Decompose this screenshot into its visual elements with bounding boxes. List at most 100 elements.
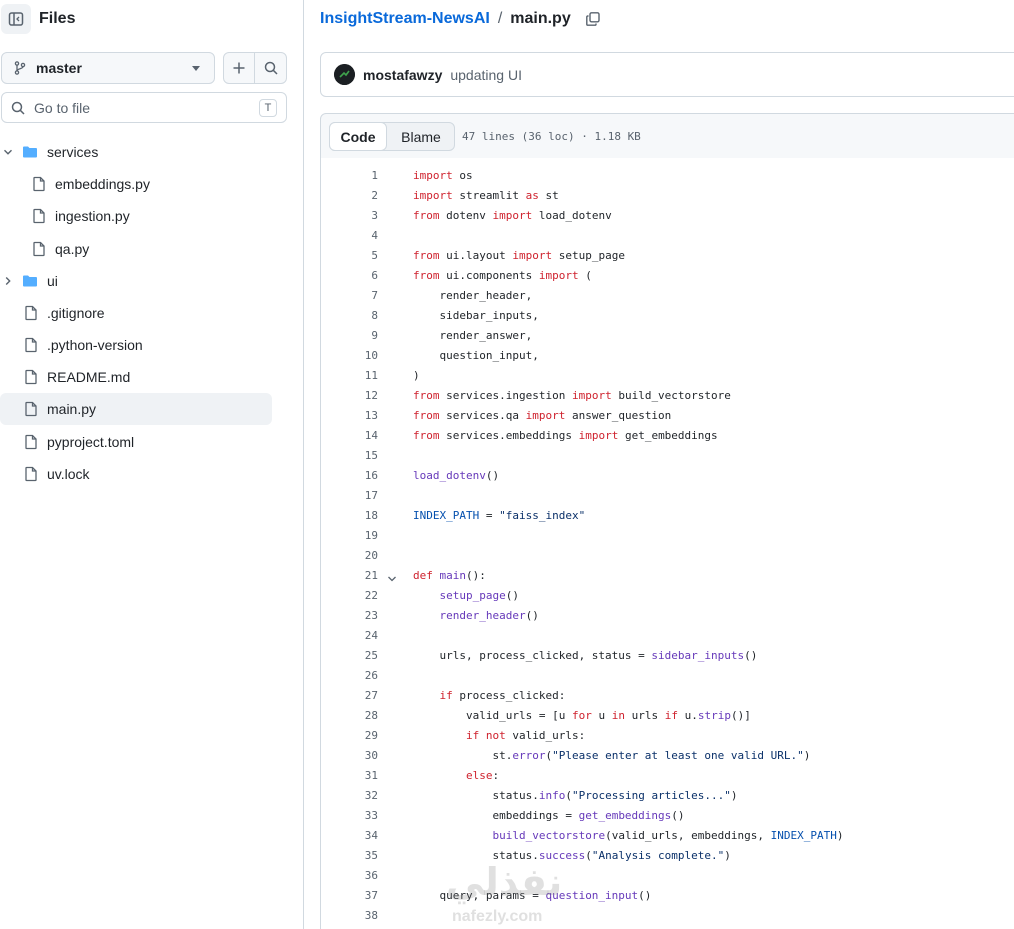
line-number[interactable]: 28 xyxy=(321,706,378,726)
line-number[interactable]: 24 xyxy=(321,626,378,646)
code-token: import xyxy=(512,249,553,262)
add-file-button[interactable] xyxy=(224,53,256,83)
code-token: sidebar_inputs, xyxy=(413,309,539,322)
code-token: ) xyxy=(413,369,420,382)
tab-blame[interactable]: Blame xyxy=(388,123,454,150)
tree-item-label: README.md xyxy=(47,369,131,385)
folder-icon xyxy=(23,146,37,158)
tree-file[interactable]: qa.py xyxy=(0,233,272,265)
line-number[interactable]: 38 xyxy=(321,906,378,926)
line-number[interactable]: 37 xyxy=(321,886,378,906)
code-text: st.error("Please enter at least one vali… xyxy=(413,746,810,766)
line-number[interactable]: 8 xyxy=(321,306,378,326)
tab-code[interactable]: Code xyxy=(329,122,387,151)
code-line: 20 xyxy=(321,546,1014,566)
line-number[interactable]: 21 xyxy=(321,566,378,586)
tree-file[interactable]: embeddings.py xyxy=(0,168,272,200)
code-text: query, params = question_input() xyxy=(413,886,651,906)
tree-file[interactable]: README.md xyxy=(0,361,272,393)
tree-folder-services[interactable]: services xyxy=(0,136,272,168)
file-icon-wrap xyxy=(23,401,39,417)
line-number[interactable]: 26 xyxy=(321,666,378,686)
code-token: valid_urls = [u xyxy=(413,709,572,722)
line-number[interactable]: 22 xyxy=(321,586,378,606)
tree-file[interactable]: .gitignore xyxy=(0,297,272,329)
code-token: in xyxy=(611,709,625,722)
avatar[interactable] xyxy=(334,64,355,85)
file-icon-wrap xyxy=(31,208,47,224)
line-number[interactable]: 3 xyxy=(321,206,378,226)
line-number[interactable]: 18 xyxy=(321,506,378,526)
tree-file[interactable]: .python-version xyxy=(0,329,272,361)
breadcrumb-repo-link[interactable]: InsightStream-NewsAI xyxy=(320,10,490,28)
commit-author[interactable]: mostafawzy xyxy=(363,67,442,83)
line-number[interactable]: 31 xyxy=(321,766,378,786)
line-number[interactable]: 19 xyxy=(321,526,378,546)
file-header: Code Blame 47 lines (36 loc) · 1.18 KB xyxy=(320,113,1014,159)
fold-chevron-icon[interactable] xyxy=(387,571,397,582)
code-token: ) xyxy=(730,789,738,802)
commit-message[interactable]: updating UI xyxy=(450,67,522,83)
line-number[interactable]: 17 xyxy=(321,486,378,506)
collapse-sidebar-button[interactable] xyxy=(1,4,31,34)
line-number[interactable]: 13 xyxy=(321,406,378,426)
code-token: () xyxy=(505,589,519,602)
code-token: main xyxy=(439,569,467,582)
code-line: 10 question_input, xyxy=(321,346,1014,366)
line-number[interactable]: 36 xyxy=(321,866,378,886)
expand-folder-toggle[interactable] xyxy=(1,145,15,159)
search-code-button[interactable] xyxy=(255,53,286,83)
line-number[interactable]: 10 xyxy=(321,346,378,366)
line-number[interactable]: 1 xyxy=(321,166,378,186)
tree-file[interactable]: main.py xyxy=(0,393,272,425)
tree-folder-ui[interactable]: ui xyxy=(0,265,272,297)
code-text: build_vectorstore(valid_urls, embeddings… xyxy=(413,826,843,846)
file-icon-wrap xyxy=(31,241,47,257)
line-number[interactable]: 33 xyxy=(321,806,378,826)
line-number[interactable]: 20 xyxy=(321,546,378,566)
code-text: render_header() xyxy=(413,606,539,626)
code-token: build_vectorstore xyxy=(611,389,731,402)
tree-item-label: ui xyxy=(47,273,58,289)
line-number[interactable]: 12 xyxy=(321,386,378,406)
code-token: from xyxy=(413,409,440,422)
code-token: from xyxy=(413,429,440,442)
tree-file[interactable]: ingestion.py xyxy=(0,200,272,232)
caret-down-icon xyxy=(192,66,200,71)
line-number[interactable]: 2 xyxy=(321,186,378,206)
line-number[interactable]: 16 xyxy=(321,466,378,486)
line-number[interactable]: 35 xyxy=(321,846,378,866)
collapse-folder-toggle[interactable] xyxy=(1,274,15,288)
copy-path-button[interactable] xyxy=(585,11,601,27)
line-number[interactable]: 11 xyxy=(321,366,378,386)
go-to-file-input[interactable] xyxy=(34,99,234,116)
code-text: sidebar_inputs, xyxy=(413,306,539,326)
line-number[interactable]: 7 xyxy=(321,286,378,306)
line-number[interactable]: 34 xyxy=(321,826,378,846)
line-number[interactable]: 9 xyxy=(321,326,378,346)
line-number[interactable]: 15 xyxy=(321,446,378,466)
code-token: sidebar_inputs xyxy=(651,649,745,662)
plus-icon xyxy=(233,62,245,74)
code-line: 14 from services.embeddings import get_em… xyxy=(321,426,1014,446)
code-text: question_input, xyxy=(413,346,538,366)
line-number[interactable]: 6 xyxy=(321,266,378,286)
line-number[interactable]: 30 xyxy=(321,746,378,766)
line-number[interactable]: 5 xyxy=(321,246,378,266)
branch-selector[interactable]: master xyxy=(1,52,215,84)
line-number[interactable]: 23 xyxy=(321,606,378,626)
line-number[interactable]: 32 xyxy=(321,786,378,806)
tree-file[interactable]: uv.lock xyxy=(0,458,272,490)
code-line: 28 valid_urls = [u for u in urls if u.st… xyxy=(321,706,1014,726)
file-icon xyxy=(25,305,37,321)
line-number[interactable]: 29 xyxy=(321,726,378,746)
line-number[interactable]: 27 xyxy=(321,686,378,706)
code-token: render_header xyxy=(439,609,526,622)
line-number[interactable]: 14 xyxy=(321,426,378,446)
line-number[interactable]: 4 xyxy=(321,226,378,246)
file-icon xyxy=(25,369,37,385)
tree-file[interactable]: pyproject.toml xyxy=(0,426,272,458)
line-number[interactable]: 25 xyxy=(321,646,378,666)
